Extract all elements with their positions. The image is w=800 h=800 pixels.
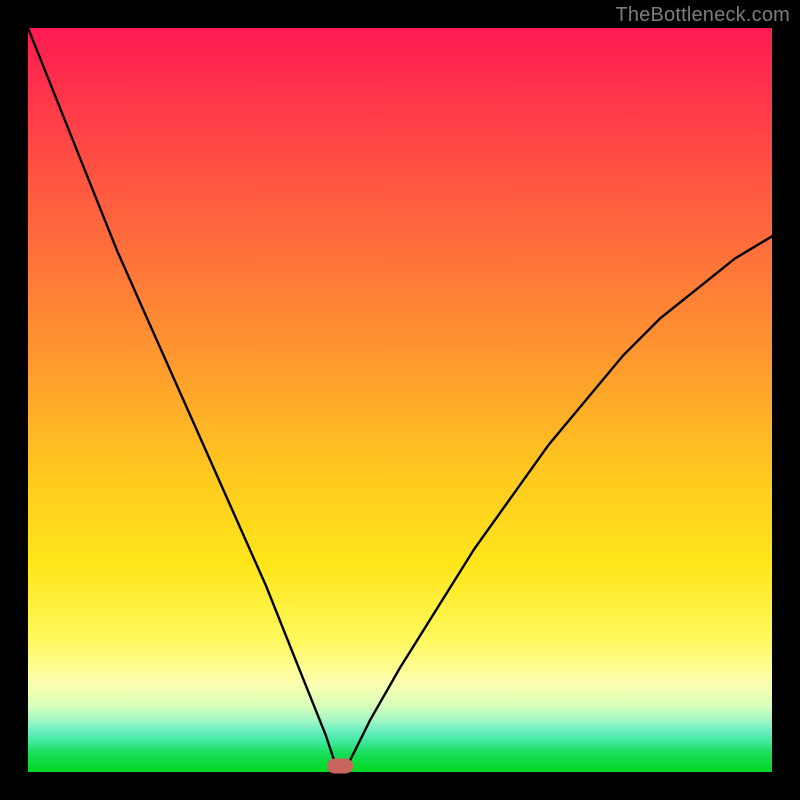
curve-path	[28, 28, 772, 772]
bottleneck-curve	[28, 28, 772, 772]
chart-frame: TheBottleneck.com	[0, 0, 800, 800]
plot-area	[28, 28, 772, 772]
watermark-text: TheBottleneck.com	[615, 4, 790, 27]
minimum-marker	[327, 759, 353, 774]
